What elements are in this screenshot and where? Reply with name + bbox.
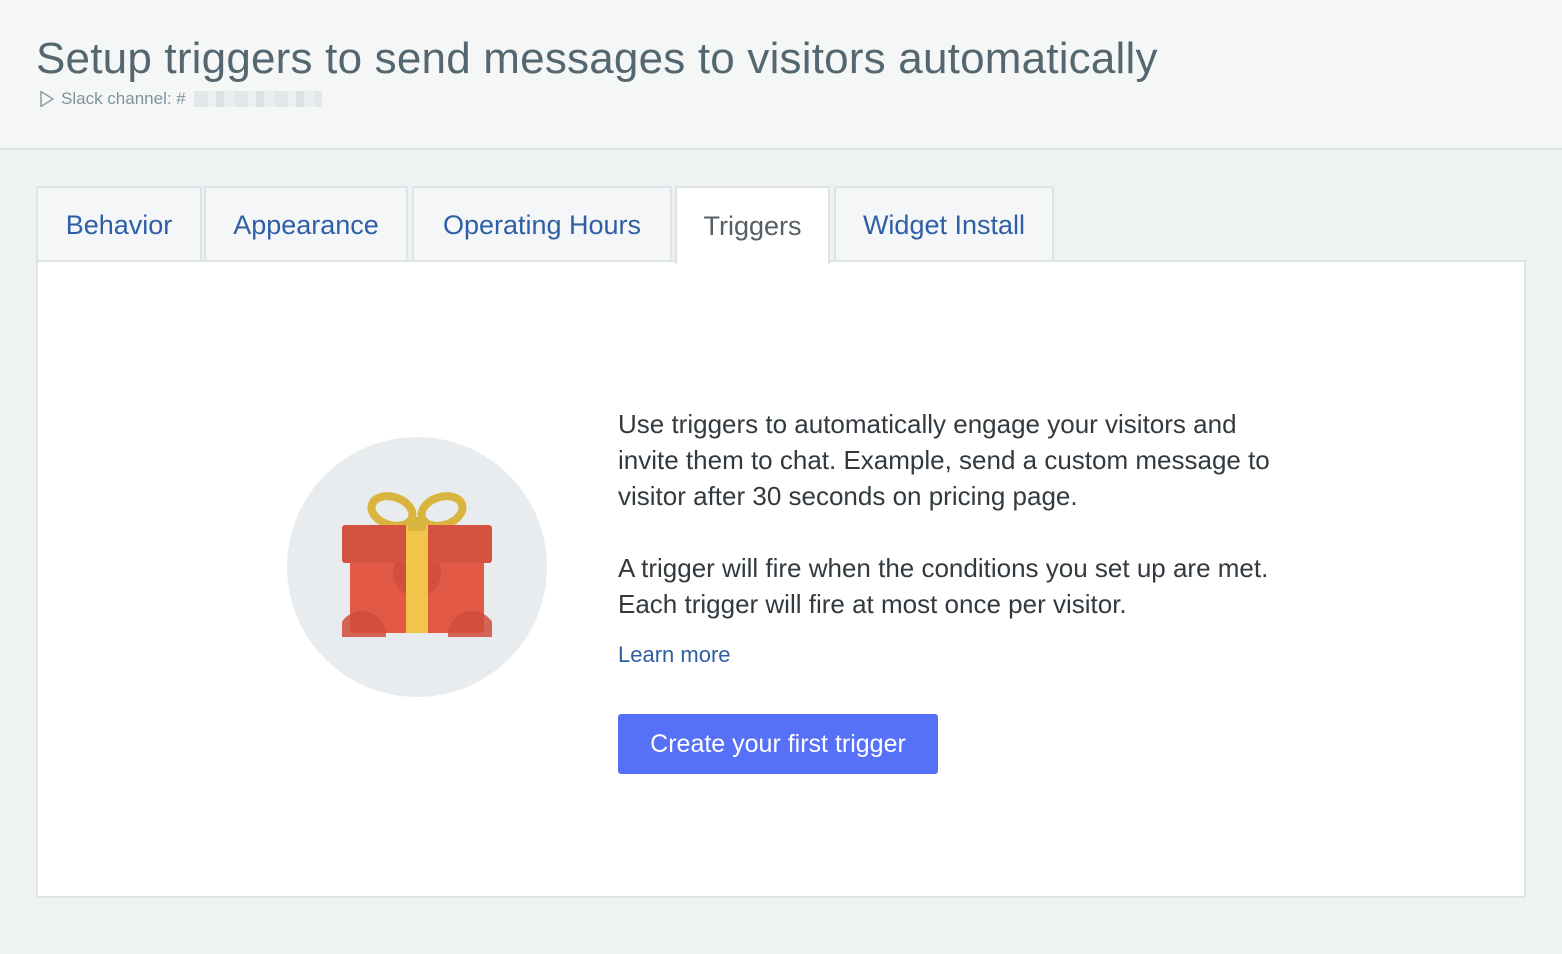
description-paragraph: A trigger will fire when the conditions …	[618, 553, 1269, 619]
page-title: Setup triggers to send messages to visit…	[36, 34, 1158, 83]
triggers-panel: Use triggers to automatically engage you…	[36, 260, 1526, 898]
create-first-trigger-button[interactable]: Create your first trigger	[618, 714, 938, 774]
tab-appearance[interactable]: Appearance	[204, 186, 408, 262]
redacted-channel-name	[193, 91, 322, 107]
description-paragraph: Use triggers to automatically engage you…	[618, 409, 1270, 511]
learn-more-link[interactable]: Learn more	[618, 642, 731, 668]
tab-widget-install[interactable]: Widget Install	[834, 186, 1054, 262]
tab-operating-hours[interactable]: Operating Hours	[412, 186, 672, 262]
slack-channel-row: Slack channel: #	[39, 88, 322, 110]
page-header: Setup triggers to send messages to visit…	[0, 0, 1562, 150]
tab-triggers[interactable]: Triggers	[675, 186, 830, 264]
tab-behavior[interactable]: Behavior	[36, 186, 202, 262]
gift-illustration	[287, 437, 547, 697]
play-outline-icon	[39, 90, 55, 108]
gift-icon	[342, 492, 492, 637]
slack-channel-label: Slack channel: #	[61, 89, 186, 108]
triggers-description: Use triggers to automatically engage you…	[618, 406, 1298, 622]
